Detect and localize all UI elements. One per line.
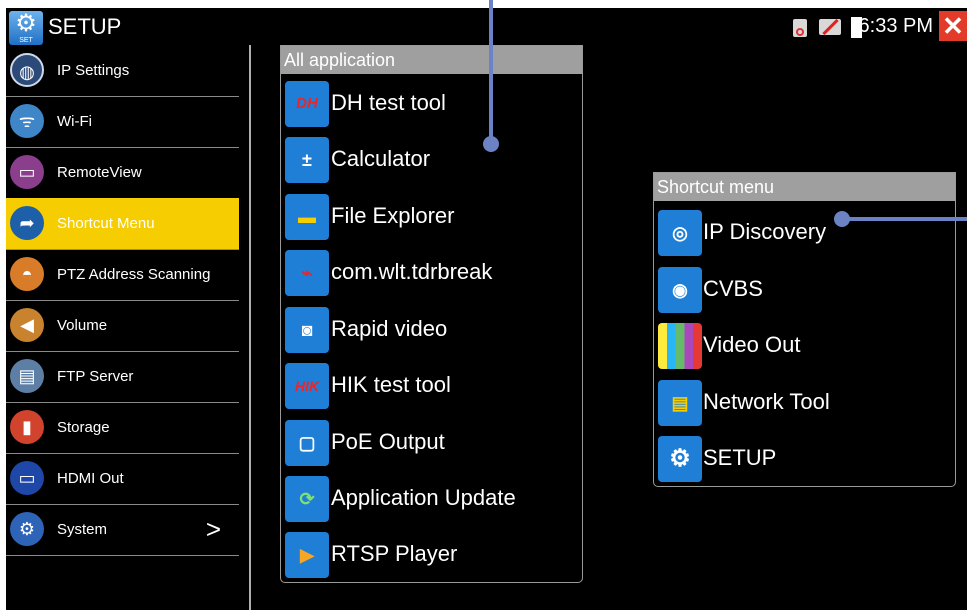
sidebar-item-label: Shortcut Menu <box>57 215 155 232</box>
shortcut-item-label: SETUP <box>703 445 777 470</box>
shortcut-item-label: Network Tool <box>703 389 830 414</box>
sidebar-item-wifi[interactable]: ᯤ Wi-Fi <box>6 96 239 148</box>
app-item-label: Rapid video <box>331 316 448 341</box>
app-item-label: DH test tool <box>331 90 446 115</box>
speaker-icon: ◀ <box>10 308 44 342</box>
shortcut-item-video-out[interactable]: Video Out <box>654 317 955 373</box>
shortcut-item-cvbs[interactable]: ◉ CVBS <box>654 261 955 317</box>
title-bar: ⚙ SET SETUP 6:33 PM ✕ <box>6 8 967 45</box>
network-disconnected-icon <box>819 19 841 35</box>
shortcut-item-label: Video Out <box>703 332 801 357</box>
tdr-icon: ⌁ <box>285 250 329 296</box>
sidebar-item-ip-settings[interactable]: ◍ IP Settings <box>6 45 239 97</box>
remote-view-icon: ▭ <box>10 155 44 189</box>
dh-icon: DH <box>285 81 329 127</box>
app-item-label: HIK test tool <box>331 372 451 397</box>
app-item-label: com.wlt.tdrbreak <box>331 259 493 284</box>
app-item-label: Calculator <box>331 146 431 171</box>
sidebar-item-shortcut-menu[interactable]: ➦ Shortcut Menu <box>6 198 239 250</box>
clock: 6:33 PM <box>858 15 933 37</box>
sidebar-item-label: IP Settings <box>57 62 130 79</box>
hik-icon: HIK <box>285 363 329 409</box>
all-application-panel: All application DH DH test tool ± Calcul… <box>280 45 583 583</box>
poe-icon: ▢ <box>285 420 329 466</box>
storage-card-icon: ▮ <box>10 410 44 444</box>
app-item-file-explorer[interactable]: ▬ File Explorer <box>281 189 582 245</box>
hdmi-icon: ▭ <box>10 461 44 495</box>
app-item-label: File Explorer <box>331 203 455 228</box>
sidebar-item-label: FTP Server <box>57 368 134 385</box>
close-icon[interactable]: ✕ <box>939 11 967 41</box>
setup-gear-icon[interactable]: ⚙ SET <box>9 10 43 45</box>
sidebar-item-remoteview[interactable]: ▭ RemoteView <box>6 147 239 199</box>
sidebar-item-ftp-server[interactable]: ▤ FTP Server <box>6 351 239 403</box>
sd-card-icon <box>793 19 807 37</box>
camera-icon: ◙ <box>285 307 329 353</box>
panel-header: All application <box>281 46 582 74</box>
ip-discovery-icon: ◎ <box>658 210 702 256</box>
app-item-poe-output[interactable]: ▢ PoE Output <box>281 415 582 471</box>
shortcut-item-label: IP Discovery <box>703 219 827 244</box>
app-item-hik-test-tool[interactable]: HIK HIK test tool <box>281 358 582 414</box>
shortcut-item-label: CVBS <box>703 276 763 301</box>
network-tool-icon: ▤ <box>658 380 702 426</box>
dome-camera-icon: ◉ <box>658 267 702 313</box>
device-screen: ⚙ SET SETUP 6:33 PM ✕ ◍ IP Settings ᯤ Wi… <box>6 8 967 610</box>
app-item-dh-test-tool[interactable]: DH DH test tool <box>281 76 582 132</box>
ftp-server-icon: ▤ <box>10 359 44 393</box>
callout-dot-shortcut <box>834 211 850 227</box>
sidebar-item-label: PTZ Address Scanning <box>57 266 211 283</box>
app-icon-caption: SET <box>19 37 33 44</box>
panel-header: Shortcut menu <box>654 173 955 201</box>
app-item-label: PoE Output <box>331 429 445 454</box>
play-icon: ▶ <box>285 532 329 578</box>
sidebar-item-ptz-address-scanning[interactable]: ◓ PTZ Address Scanning <box>6 249 239 301</box>
callout-line-shortcut <box>842 217 967 221</box>
app-item-label: RTSP Player <box>331 541 458 566</box>
globe-icon: ◍ <box>10 53 44 87</box>
callout-dot-all-apps <box>483 136 499 152</box>
system-icon: ⚙ <box>10 512 44 546</box>
chevron-right-icon: > <box>205 514 221 544</box>
sidebar-item-label: Storage <box>57 419 110 436</box>
sidebar-item-hdmi-out[interactable]: ▭ HDMI Out <box>6 453 239 505</box>
app-item-calculator[interactable]: ± Calculator <box>281 132 582 188</box>
shortcut-item-network-tool[interactable]: ▤ Network Tool <box>654 374 955 430</box>
folder-icon: ▬ <box>285 194 329 240</box>
sidebar-item-storage[interactable]: ▮ Storage <box>6 402 239 454</box>
app-item-rtsp-player[interactable]: ▶ RTSP Player <box>281 527 582 583</box>
sidebar-item-system[interactable]: ⚙ System > <box>6 504 239 556</box>
app-item-application-update[interactable]: ⟳ Application Update <box>281 471 582 527</box>
settings-sidebar: ◍ IP Settings ᯤ Wi-Fi ▭ RemoteView ➦ Sho… <box>6 45 251 610</box>
sidebar-item-label: System <box>57 521 108 538</box>
wifi-antenna-icon: ᯤ <box>10 104 44 138</box>
sidebar-item-label: HDMI Out <box>57 470 124 487</box>
app-item-label: Application Update <box>331 485 516 510</box>
callout-line-all-apps <box>489 0 493 144</box>
sidebar-item-volume[interactable]: ◀ Volume <box>6 300 239 352</box>
shortcut-icon: ➦ <box>10 206 44 240</box>
update-icon: ⟳ <box>285 476 329 522</box>
app-title: SETUP <box>48 14 122 39</box>
app-item-tdrbreak[interactable]: ⌁ com.wlt.tdrbreak <box>281 245 582 301</box>
sidebar-item-label: RemoteView <box>57 164 142 181</box>
app-item-rapid-video[interactable]: ◙ Rapid video <box>281 302 582 358</box>
status-area: 6:33 PM ✕ <box>767 8 967 44</box>
calculator-icon: ± <box>285 137 329 183</box>
shortcut-item-setup[interactable]: ⚙ SETUP <box>654 430 955 486</box>
sidebar-item-label: Wi-Fi <box>57 113 92 130</box>
ptz-camera-icon: ◓ <box>10 257 44 291</box>
shortcut-item-ip-discovery[interactable]: ◎ IP Discovery <box>654 204 955 260</box>
color-bars-icon <box>658 323 702 369</box>
setup-gear-icon: ⚙ <box>658 436 702 482</box>
sidebar-item-label: Volume <box>57 317 108 334</box>
